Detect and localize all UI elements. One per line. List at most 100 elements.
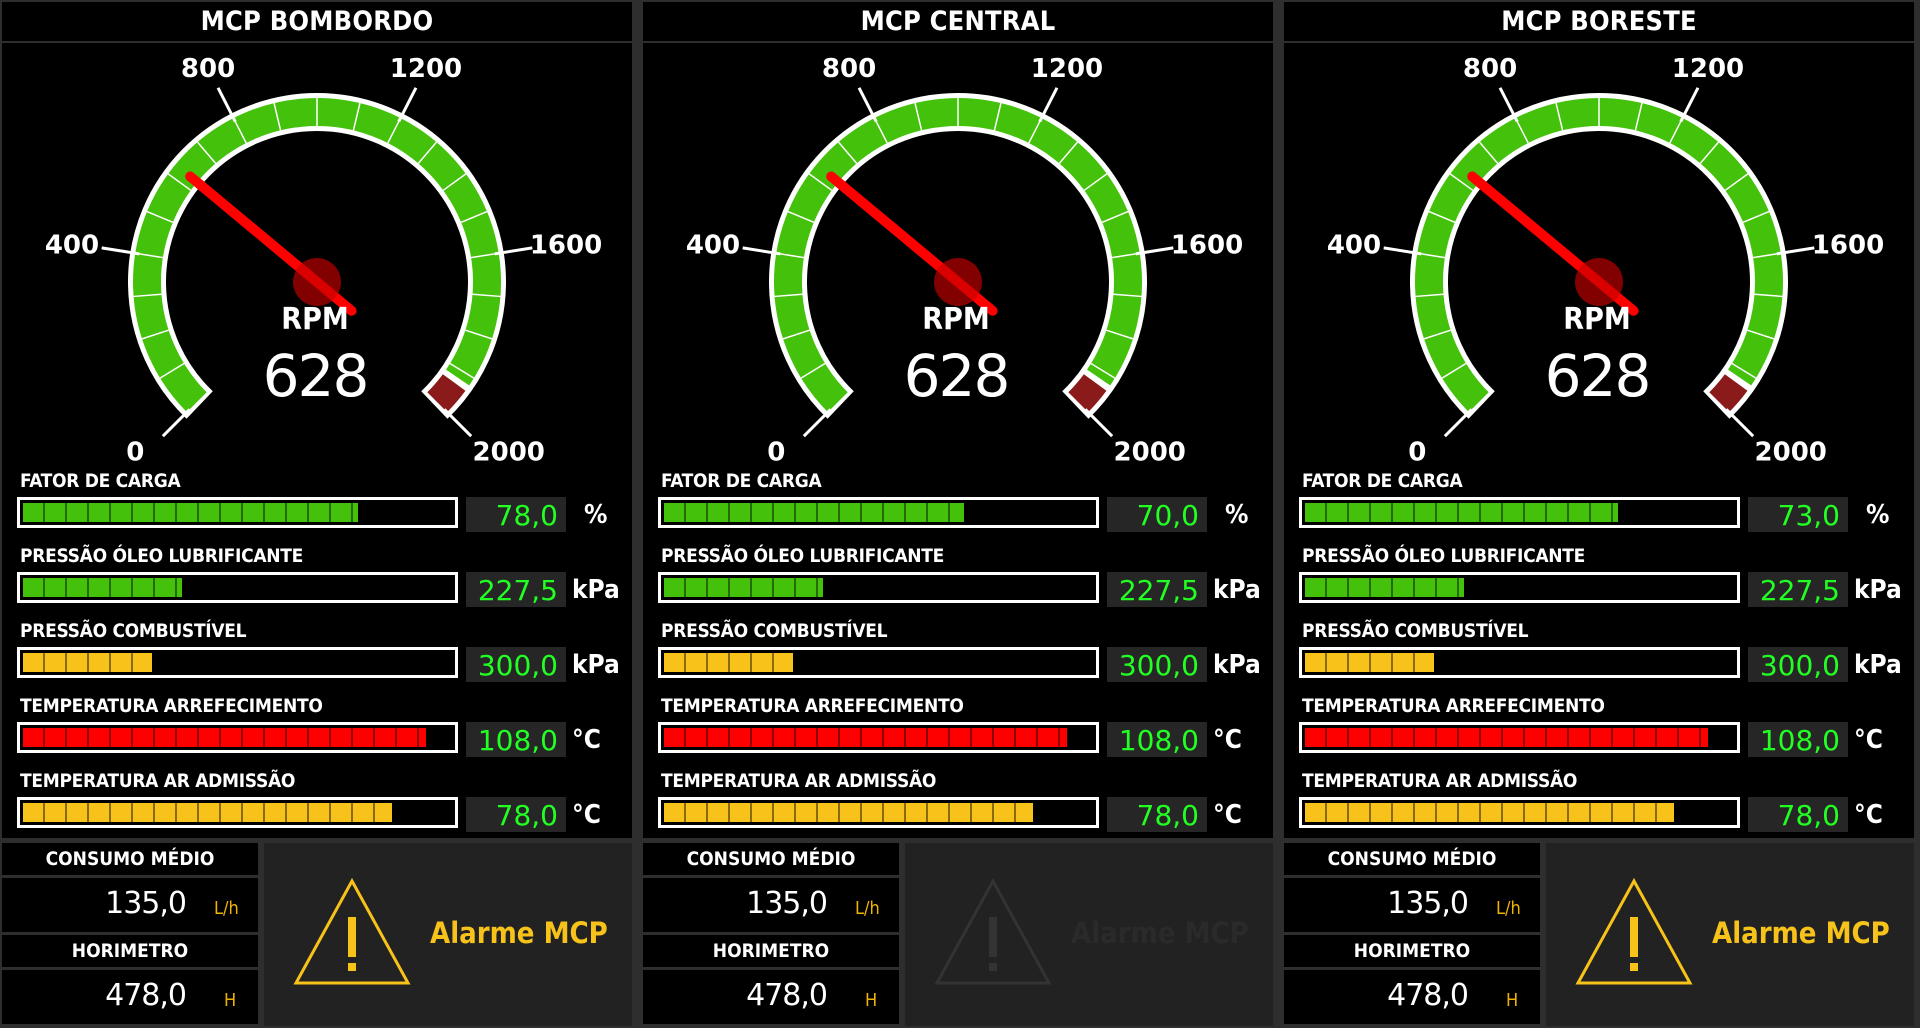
metric-value: 78,0	[1107, 797, 1207, 832]
metric-value: 227,5	[466, 572, 566, 607]
bar-segment-divider	[65, 503, 67, 522]
gauge-hub	[934, 258, 982, 306]
bar-segment-divider	[109, 503, 111, 522]
bar-segment-divider	[351, 503, 353, 522]
bar-segment-divider	[838, 728, 840, 747]
bar-segment-divider	[706, 578, 708, 597]
bar-segment-divider	[1457, 503, 1459, 522]
bar-segment-divider	[794, 803, 796, 822]
bar-segment-divider	[684, 728, 686, 747]
bar-segment-divider	[131, 653, 133, 672]
bar-segment-divider	[926, 803, 928, 822]
metric-value: 70,0	[1107, 497, 1207, 532]
alarm-indicator[interactable]: Alarme MCP	[1546, 843, 1914, 1026]
metric-bar-fill	[23, 578, 182, 597]
bar-segment-divider	[1523, 803, 1525, 822]
metric-bar-fill	[1305, 578, 1464, 597]
bar-segment-divider	[1435, 578, 1437, 597]
bar-segment-divider	[307, 803, 309, 822]
alarm-indicator[interactable]: Alarme MCP	[905, 843, 1273, 1026]
bar-segment-divider	[373, 803, 375, 822]
bar-segment-divider	[728, 728, 730, 747]
metric-bar	[1299, 572, 1740, 603]
warning-exclamation-dot	[348, 963, 356, 971]
consumo-unit: L/h	[1496, 898, 1521, 919]
engine-panel: MCP BORESTE 0 400 800 1200 1600 2000 RPM 628 FATO…	[1282, 0, 1916, 1028]
bar-segment-divider	[329, 503, 331, 522]
bar-segment-divider	[904, 803, 906, 822]
gauge-major-tick	[443, 408, 473, 438]
bar-segment-divider	[860, 503, 862, 522]
gauge-label: 0	[1408, 438, 1426, 463]
metric-value: 227,5	[1748, 572, 1848, 607]
bar-segment-divider	[1369, 803, 1371, 822]
bar-segment-divider	[43, 578, 45, 597]
gauge-label: 1200	[1031, 54, 1103, 84]
metric-bar-fill	[1305, 653, 1434, 672]
metric-unit: °C	[572, 725, 601, 755]
bar-segment-divider	[109, 728, 111, 747]
bar-segment-divider	[1325, 578, 1327, 597]
bar-segment-divider	[65, 653, 67, 672]
metric-row: TEMPERATURA ARREFECIMENTO 108,0 °C	[2, 695, 632, 769]
metric-label: TEMPERATURA AR ADMISSÃO	[20, 770, 296, 792]
bar-segment-divider	[329, 728, 331, 747]
rpm-label: RPM	[922, 302, 990, 337]
metric-label: TEMPERATURA ARREFECIMENTO	[661, 695, 964, 717]
metric-label: PRESSÃO ÓLEO LUBRIFICANTE	[661, 545, 945, 567]
panel-title: MCP CENTRAL	[643, 2, 1273, 41]
gauge-label: 800	[1463, 54, 1517, 84]
bar-segment-divider	[948, 803, 950, 822]
bar-segment-divider	[970, 803, 972, 822]
panel-title: MCP BORESTE	[1284, 2, 1914, 41]
alarm-label: Alarme MCP	[1071, 916, 1249, 950]
consumo-value: 135,0	[746, 886, 828, 921]
bar-segment-divider	[750, 578, 752, 597]
bar-segment-divider	[241, 803, 243, 822]
gauge-label: 0	[767, 438, 785, 463]
consumo-unit: L/h	[214, 898, 239, 919]
bar-segment-divider	[153, 503, 155, 522]
bar-segment-divider	[351, 803, 353, 822]
bar-segment-divider	[373, 728, 375, 747]
metric-row: PRESSÃO ÓLEO LUBRIFICANTE 227,5 kPa	[1284, 545, 1914, 619]
bar-segment-divider	[87, 803, 89, 822]
horimetro-title: HORIMETRO	[643, 935, 899, 967]
gauge-major-tick	[161, 408, 191, 438]
bar-segment-divider	[1369, 503, 1371, 522]
bar-segment-divider	[750, 728, 752, 747]
bar-segment-divider	[1677, 728, 1679, 747]
bar-segment-divider	[1633, 803, 1635, 822]
bar-segment-divider	[1391, 728, 1393, 747]
bar-segment-divider	[860, 728, 862, 747]
bar-segment-divider	[1567, 803, 1569, 822]
bar-segment-divider	[684, 653, 686, 672]
bar-segment-divider	[1036, 728, 1038, 747]
metric-value: 78,0	[1748, 797, 1848, 832]
metric-unit: kPa	[1854, 575, 1902, 605]
bar-segment-divider	[1567, 728, 1569, 747]
consumo-box: 135,0 L/h	[1284, 878, 1540, 932]
alarm-indicator[interactable]: Alarme MCP	[264, 843, 632, 1026]
metric-label: PRESSÃO COMBUSTÍVEL	[20, 620, 247, 642]
gauge-label: 0	[126, 438, 144, 463]
bar-segment-divider	[706, 653, 708, 672]
bar-segment-divider	[1611, 728, 1613, 747]
metric-bar-fill	[23, 653, 152, 672]
bar-segment-divider	[219, 503, 221, 522]
gauge-label: 1200	[390, 54, 462, 84]
metric-bar	[658, 797, 1099, 828]
bar-segment-divider	[87, 578, 89, 597]
bar-segment-divider	[772, 503, 774, 522]
bar-segment-divider	[285, 803, 287, 822]
bar-segment-divider	[904, 503, 906, 522]
horimetro-title: HORIMETRO	[2, 935, 258, 967]
bar-segment-divider	[772, 803, 774, 822]
metric-row: TEMPERATURA ARREFECIMENTO 108,0 °C	[643, 695, 1273, 769]
gauge-label: 1600	[1812, 230, 1884, 260]
bar-segment-divider	[197, 728, 199, 747]
bar-segment-divider	[1545, 728, 1547, 747]
metric-value: 78,0	[466, 797, 566, 832]
bar-segment-divider	[1501, 503, 1503, 522]
bar-segment-divider	[1457, 578, 1459, 597]
